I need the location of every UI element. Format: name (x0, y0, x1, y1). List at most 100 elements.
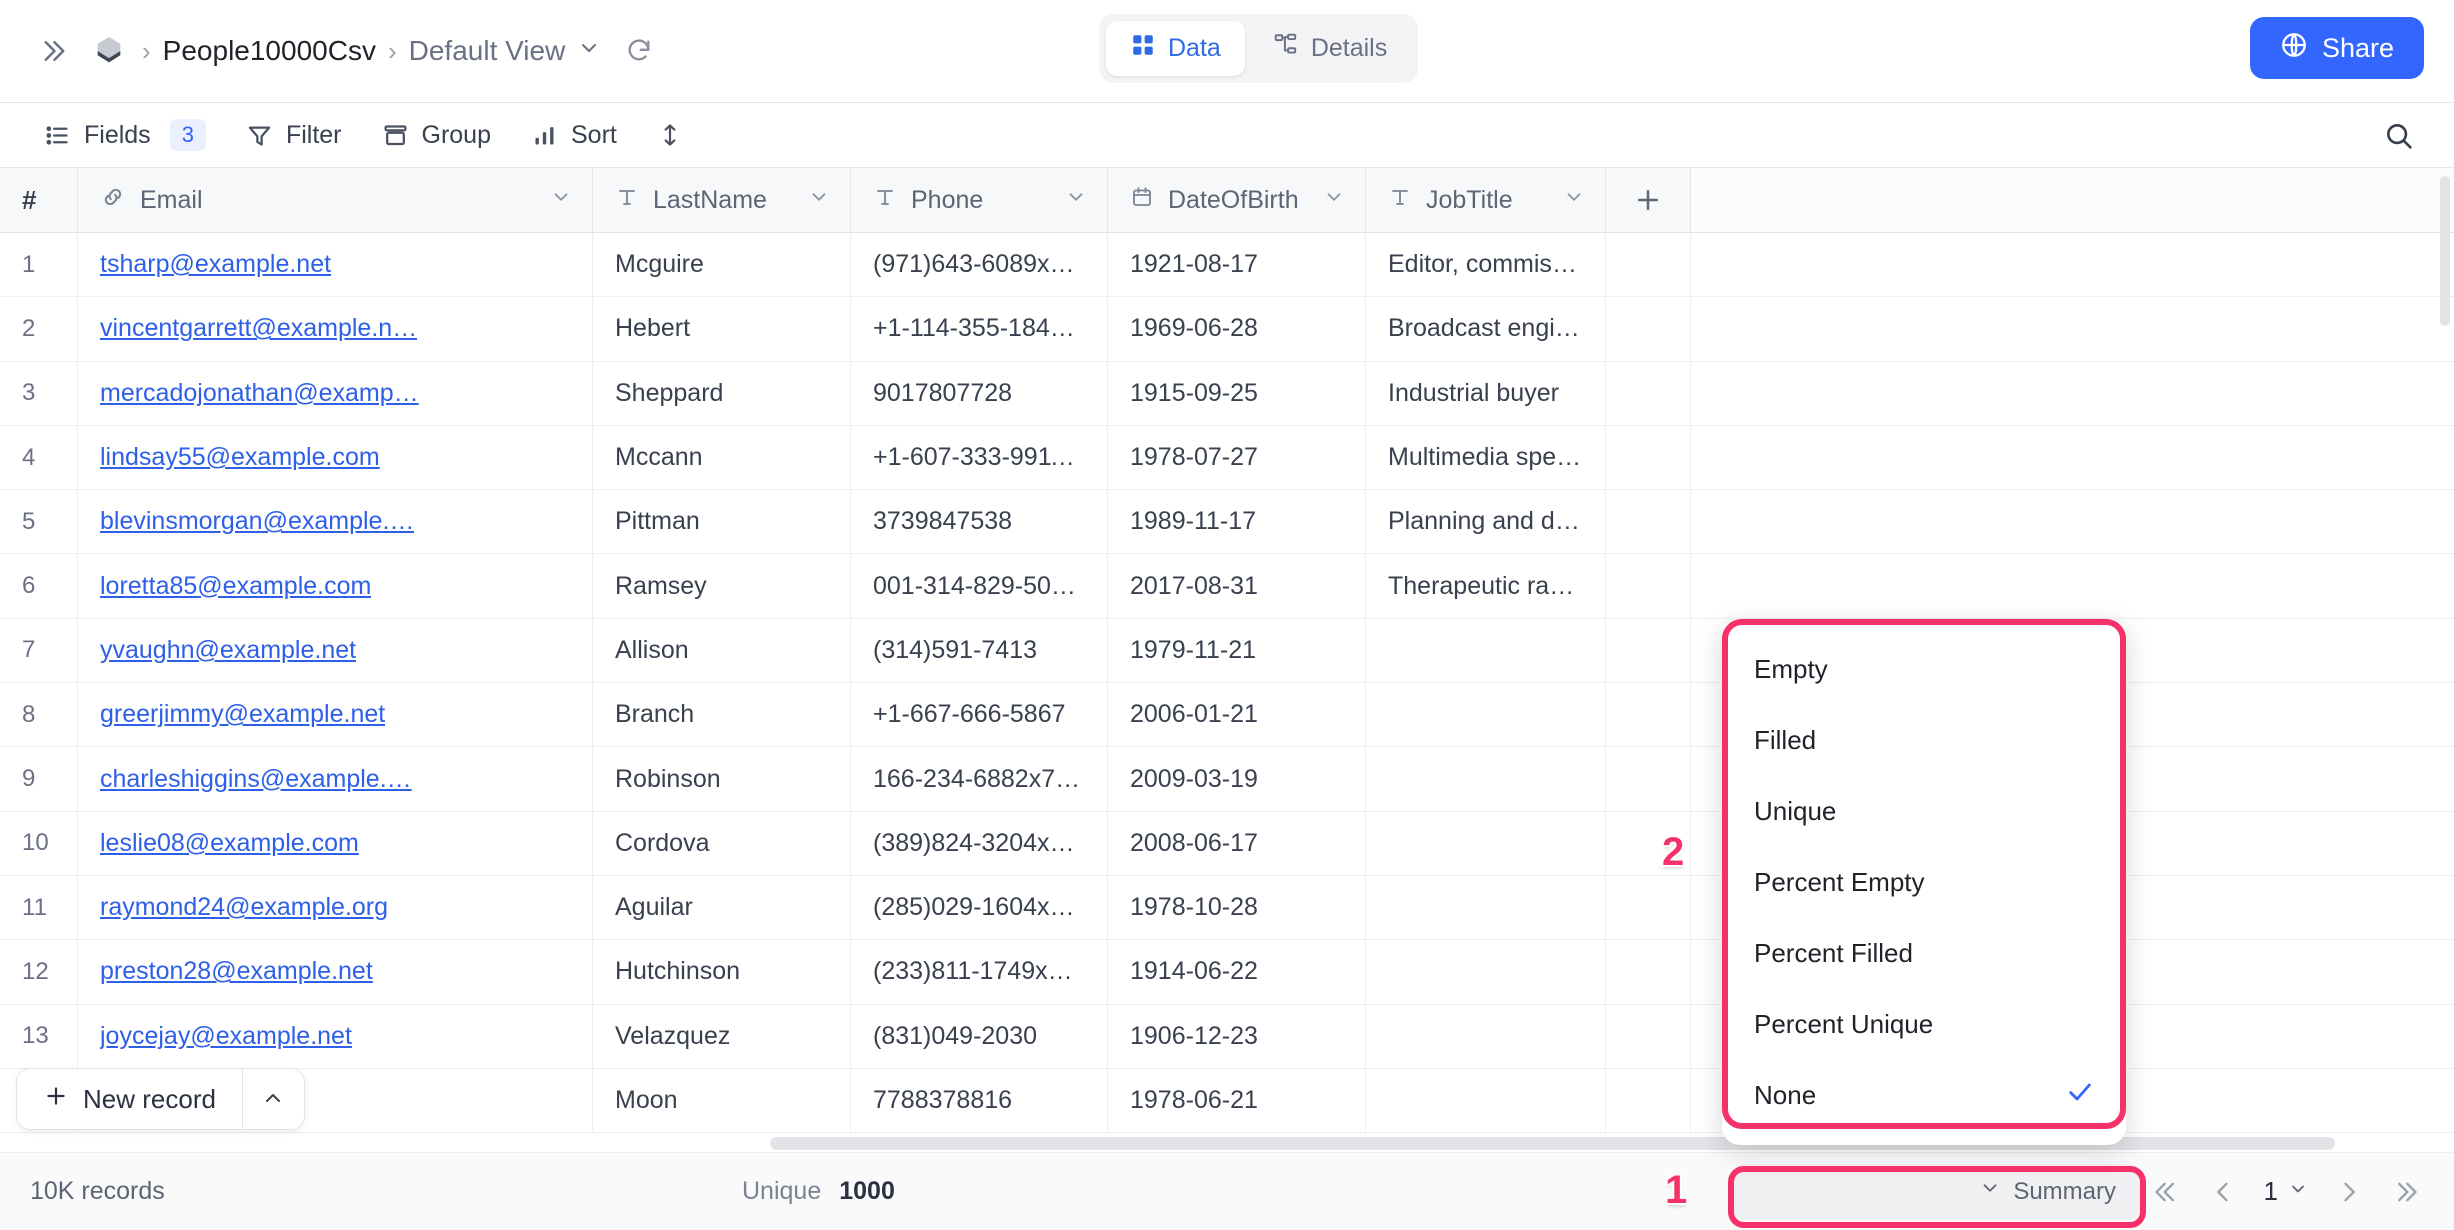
cell-dateofbirth[interactable]: 1914-06-22 (1108, 940, 1366, 1003)
cell-dateofbirth[interactable]: 1969-06-28 (1108, 297, 1366, 360)
chevron-down-icon[interactable] (550, 186, 572, 214)
table-row[interactable]: 4lindsay55@example.comMccann+1-607-333-9… (0, 426, 2454, 490)
cell-dateofbirth[interactable]: 2017-08-31 (1108, 554, 1366, 617)
table-row[interactable]: 1tsharp@example.netMcguire(971)643-6089x… (0, 233, 2454, 297)
email-link[interactable]: blevinsmorgan@example.… (100, 507, 414, 536)
cell-email[interactable]: yvaughn@example.net (78, 619, 593, 682)
cell-phone[interactable]: (314)591-7413 (851, 619, 1108, 682)
cell-phone[interactable]: 3739847538 (851, 490, 1108, 553)
cell-jobtitle[interactable] (1366, 747, 1606, 810)
cell-phone[interactable]: (831)049-2030 (851, 1005, 1108, 1068)
cell-lastname[interactable]: Moon (593, 1069, 851, 1132)
cell-dateofbirth[interactable]: 2009-03-19 (1108, 747, 1366, 810)
cell-email[interactable]: greerjimmy@example.net (78, 683, 593, 746)
cell-dateofbirth[interactable]: 1979-11-21 (1108, 619, 1366, 682)
cell-phone[interactable]: 7788378816 (851, 1069, 1108, 1132)
cell-dateofbirth[interactable]: 1921-08-17 (1108, 233, 1366, 296)
column-header-dateofbirth[interactable]: DateOfBirth (1108, 168, 1366, 232)
cell-jobtitle[interactable]: Industrial buyer (1366, 362, 1606, 425)
cell-phone[interactable]: +1-607-333-9911x59088 (851, 426, 1108, 489)
cell-jobtitle[interactable] (1366, 1069, 1606, 1132)
email-link[interactable]: tsharp@example.net (100, 250, 331, 279)
new-record-button[interactable]: New record (17, 1069, 242, 1129)
cell-phone[interactable]: (233)811-1749x417 (851, 940, 1108, 1003)
column-header-jobtitle[interactable]: JobTitle (1366, 168, 1606, 232)
cell-jobtitle[interactable]: Editor, commissioning (1366, 233, 1606, 296)
cell-lastname[interactable]: Cordova (593, 812, 851, 875)
cell-email[interactable]: lindsay55@example.com (78, 426, 593, 489)
cell-lastname[interactable]: Hutchinson (593, 940, 851, 1003)
cell-lastname[interactable]: Allison (593, 619, 851, 682)
breadcrumb-table-name[interactable]: People10000Csv (163, 35, 376, 67)
cell-jobtitle[interactable] (1366, 812, 1606, 875)
email-link[interactable]: loretta85@example.com (100, 572, 371, 601)
cell-lastname[interactable]: Branch (593, 683, 851, 746)
tab-data[interactable]: Data (1106, 21, 1245, 76)
column-header-index[interactable]: # (0, 168, 78, 232)
cell-email[interactable]: mercadojonathan@examp… (78, 362, 593, 425)
pagination-next-icon[interactable] (2326, 1169, 2372, 1215)
breadcrumb-view-name[interactable]: Default View (409, 35, 566, 67)
cell-jobtitle[interactable]: Broadcast engineer (1366, 297, 1606, 360)
expand-sidebar-icon[interactable] (30, 29, 74, 73)
table-row[interactable]: 6loretta85@example.comRamsey001-314-829-… (0, 554, 2454, 618)
cell-dateofbirth[interactable]: 2008-06-17 (1108, 812, 1366, 875)
view-chevron-down-icon[interactable] (577, 36, 601, 66)
summary-menu-item[interactable]: None (1722, 1060, 2126, 1131)
toolbar-sort-button[interactable]: Sort (511, 111, 637, 159)
cell-lastname[interactable]: Aguilar (593, 876, 851, 939)
cell-email[interactable]: leslie08@example.com (78, 812, 593, 875)
cell-phone[interactable]: (389)824-3204x8287 (851, 812, 1108, 875)
cell-email[interactable]: charleshiggins@example.… (78, 747, 593, 810)
table-row[interactable]: 2vincentgarrett@example.n…Hebert+1-114-3… (0, 297, 2454, 361)
email-link[interactable]: raymond24@example.org (100, 893, 388, 922)
cell-dateofbirth[interactable]: 1906-12-23 (1108, 1005, 1366, 1068)
chevron-down-icon[interactable] (1323, 186, 1345, 214)
cell-dateofbirth[interactable]: 1915-09-25 (1108, 362, 1366, 425)
summary-menu-item[interactable]: Empty (1722, 634, 2126, 705)
summary-menu-item[interactable]: Unique (1722, 776, 2126, 847)
cell-email[interactable]: tsharp@example.net (78, 233, 593, 296)
email-link[interactable]: charleshiggins@example.… (100, 765, 412, 794)
cell-lastname[interactable]: Hebert (593, 297, 851, 360)
cell-lastname[interactable]: Mccann (593, 426, 851, 489)
email-link[interactable]: mercadojonathan@examp… (100, 379, 419, 408)
cell-jobtitle[interactable] (1366, 940, 1606, 1003)
summary-selector-button[interactable]: Summary (1734, 1164, 2140, 1220)
pagination-first-icon[interactable] (2144, 1169, 2190, 1215)
cell-lastname[interactable]: Pittman (593, 490, 851, 553)
column-header-lastname[interactable]: LastName (593, 168, 851, 232)
cell-lastname[interactable]: Robinson (593, 747, 851, 810)
pagination-page-selector[interactable]: 1 (2256, 1176, 2316, 1207)
cell-phone[interactable]: 9017807728 (851, 362, 1108, 425)
toolbar-group-button[interactable]: Group (362, 111, 511, 159)
table-row[interactable]: 3mercadojonathan@examp…Sheppard901780772… (0, 362, 2454, 426)
cell-jobtitle[interactable] (1366, 876, 1606, 939)
cell-phone[interactable]: +1-667-666-5867 (851, 683, 1108, 746)
share-button[interactable]: Share (2250, 17, 2424, 79)
cell-lastname[interactable]: Velazquez (593, 1005, 851, 1068)
column-header-phone[interactable]: Phone (851, 168, 1108, 232)
cell-jobtitle[interactable]: Therapeutic radiographer (1366, 554, 1606, 617)
new-record-expand-icon[interactable] (242, 1069, 304, 1129)
cell-jobtitle[interactable]: Planning and development… (1366, 490, 1606, 553)
toolbar-filter-button[interactable]: Filter (226, 111, 362, 159)
cell-phone[interactable]: 166-234-6882x7457 (851, 747, 1108, 810)
column-header-email[interactable]: Email (78, 168, 593, 232)
cell-email[interactable]: preston28@example.net (78, 940, 593, 1003)
chevron-down-icon[interactable] (1563, 186, 1585, 214)
summary-aggregation-menu[interactable]: EmptyFilledUniquePercent EmptyPercent Fi… (1722, 620, 2126, 1145)
email-link[interactable]: preston28@example.net (100, 957, 373, 986)
cell-phone[interactable]: (971)643-6089x9160 (851, 233, 1108, 296)
cell-jobtitle[interactable] (1366, 1005, 1606, 1068)
email-link[interactable]: leslie08@example.com (100, 829, 359, 858)
email-link[interactable]: yvaughn@example.net (100, 636, 356, 665)
summary-menu-item[interactable]: Percent Empty (1722, 847, 2126, 918)
search-icon[interactable] (2374, 111, 2424, 161)
cell-dateofbirth[interactable]: 1978-10-28 (1108, 876, 1366, 939)
table-row[interactable]: 5blevinsmorgan@example.…Pittman373984753… (0, 490, 2454, 554)
summary-menu-item[interactable]: Percent Unique (1722, 989, 2126, 1060)
vertical-scrollbar-thumb[interactable] (2440, 176, 2450, 326)
tab-details[interactable]: Details (1249, 21, 1411, 76)
pagination-prev-icon[interactable] (2200, 1169, 2246, 1215)
